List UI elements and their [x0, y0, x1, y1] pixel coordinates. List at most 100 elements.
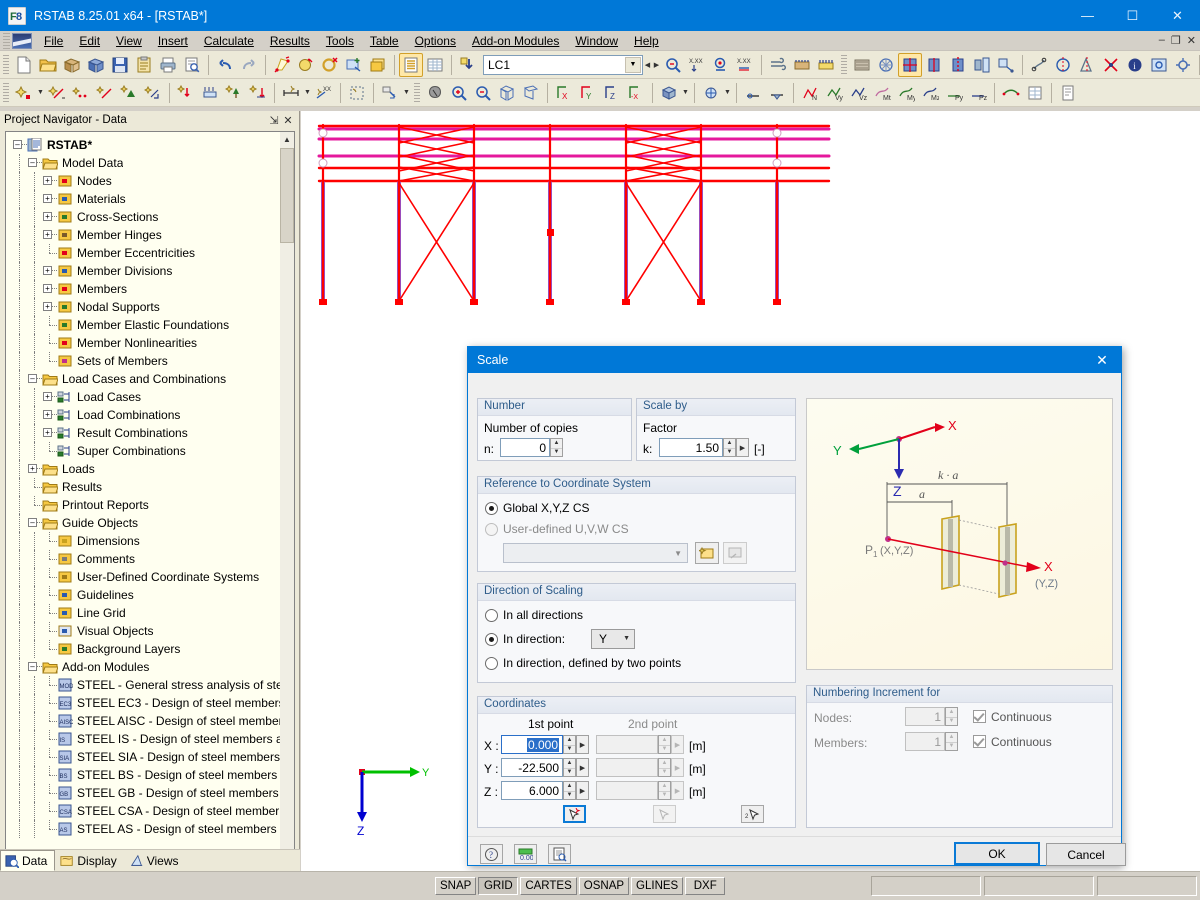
mirror-objects-icon[interactable]: [946, 53, 970, 77]
new-coordinate-system-icon[interactable]: [695, 542, 719, 564]
menu-addon-modules[interactable]: Add-on Modules: [464, 32, 567, 50]
new-member-icon[interactable]: [45, 81, 69, 105]
dialog-close-icon[interactable]: ✕: [1083, 347, 1121, 373]
tree-item-nodal-supports[interactable]: + Nodal Supports: [12, 298, 280, 316]
value-xx-2-icon[interactable]: X.XX: [733, 53, 757, 77]
view-in-y-icon[interactable]: Y: [576, 81, 600, 105]
expand-icon[interactable]: +: [42, 262, 57, 280]
pick-two-points-icon[interactable]: 2: [741, 805, 764, 823]
result-mz-icon[interactable]: Mz: [918, 81, 942, 105]
status-button-glines[interactable]: GLINES: [631, 877, 684, 895]
toolbar-grip-2[interactable]: [841, 54, 847, 75]
result-zoom-icon[interactable]: [661, 53, 685, 77]
mirror-tool-icon[interactable]: [1075, 53, 1099, 77]
print-preview-icon[interactable]: [180, 53, 204, 77]
comment-icon[interactable]: XX: [312, 81, 336, 105]
collapse-icon[interactable]: –: [27, 370, 42, 388]
status-button-osnap[interactable]: OSNAP: [578, 877, 630, 895]
copies-input[interactable]: 0: [500, 438, 550, 457]
scale-factor-extra-button[interactable]: ▶: [736, 438, 749, 457]
tree-item-members[interactable]: + Members: [12, 280, 280, 298]
tab-data[interactable]: Data: [0, 850, 56, 871]
perspective-icon[interactable]: [519, 81, 543, 105]
scale-factor-spinner[interactable]: ▲ ▼: [723, 438, 736, 457]
coordinate-x-p1-extra-button[interactable]: ▶: [576, 735, 589, 754]
menu-results[interactable]: Results: [262, 32, 318, 50]
zoom-extents-icon[interactable]: [495, 81, 519, 105]
hinge-display-icon[interactable]: [741, 81, 765, 105]
show-table-icon[interactable]: [399, 52, 423, 77]
members-continuous-checkbox[interactable]: [973, 735, 986, 748]
expand-icon[interactable]: +: [42, 226, 57, 244]
render-solid-icon[interactable]: [850, 53, 874, 77]
move-objects-icon[interactable]: [898, 52, 922, 77]
menu-insert[interactable]: Insert: [150, 32, 196, 50]
collapse-icon[interactable]: –: [27, 154, 42, 172]
direction-select[interactable]: Y ▼: [591, 629, 635, 649]
scroll-up-icon[interactable]: ▲: [280, 132, 294, 147]
preview-icon[interactable]: [548, 844, 571, 864]
zoom-out-icon[interactable]: [471, 81, 495, 105]
expand-icon[interactable]: +: [42, 190, 57, 208]
load-free-icon[interactable]: [222, 81, 246, 105]
radio-user-defined-cs[interactable]: [485, 523, 498, 536]
options-gear-icon[interactable]: [1171, 53, 1195, 77]
new-window-icon[interactable]: [366, 53, 390, 77]
result-vy-icon[interactable]: Vy: [822, 81, 846, 105]
tree-item-steel-aisc-design-of-steel-member[interactable]: AISC STEEL AISC - Design of steel member: [12, 712, 280, 730]
tree-item-dimensions[interactable]: Dimensions: [12, 532, 280, 550]
save-icon[interactable]: [108, 53, 132, 77]
tree-item-member-divisions[interactable]: + Member Divisions: [12, 262, 280, 280]
tree-item-member-elastic-foundations[interactable]: Member Elastic Foundations: [12, 316, 280, 334]
clipboard-icon[interactable]: [132, 53, 156, 77]
coordinate-y-p1-spinner[interactable]: ▲ ▼: [563, 758, 576, 777]
load-member-icon[interactable]: [198, 81, 222, 105]
tree-item-nodes[interactable]: + Nodes: [12, 172, 280, 190]
coordinate-z-p1-spinner[interactable]: ▲ ▼: [563, 781, 576, 800]
display-settings-icon[interactable]: [699, 81, 723, 105]
wind-load-icon[interactable]: [766, 53, 790, 77]
tree-item-load-cases[interactable]: + Load Cases: [12, 388, 280, 406]
new-object-icon[interactable]: [141, 81, 165, 105]
open-model-icon[interactable]: [60, 53, 84, 77]
printout-report-icon[interactable]: [1056, 81, 1080, 105]
visual-object-icon[interactable]: [378, 81, 402, 105]
navigator-tree[interactable]: – RSTAB* – Model Data + Nodes + Materials + Cross…: [5, 131, 295, 900]
result-pz-icon[interactable]: Pz: [966, 81, 990, 105]
result-table-icon[interactable]: [1023, 81, 1047, 105]
menu-file[interactable]: File: [36, 32, 71, 50]
expand-icon[interactable]: +: [42, 388, 57, 406]
prev-load-case-icon[interactable]: ◀: [643, 54, 652, 76]
edit-coordinate-system-icon[interactable]: [723, 542, 747, 564]
chevron-down-icon[interactable]: ▼: [625, 56, 641, 73]
coordinate-z-p1-extra-button[interactable]: ▶: [576, 781, 589, 800]
support-display-icon[interactable]: [765, 81, 789, 105]
tree-item-visual-objects[interactable]: Visual Objects: [12, 622, 280, 640]
tree-item-comments[interactable]: Comments: [12, 550, 280, 568]
divide-member-icon[interactable]: [1051, 53, 1075, 77]
maximize-button[interactable]: ☐: [1110, 0, 1155, 31]
menu-view[interactable]: View: [108, 32, 150, 50]
pin-icon[interactable]: ⇲: [267, 114, 281, 127]
render-wire-icon[interactable]: [874, 53, 898, 77]
menu-edit[interactable]: Edit: [71, 32, 108, 50]
minimize-button[interactable]: —: [1065, 0, 1110, 31]
expand-icon[interactable]: +: [27, 460, 42, 478]
render-model-icon[interactable]: [657, 81, 681, 105]
tab-display[interactable]: Display: [55, 850, 124, 871]
view-in-negative-x-icon[interactable]: -X: [624, 81, 648, 105]
tree-item-steel-sia-design-of-steel-members[interactable]: SIA STEEL SIA - Design of steel members: [12, 748, 280, 766]
tree-vertical-scrollbar[interactable]: ▲ ▼: [280, 132, 294, 900]
menu-table[interactable]: Table: [362, 32, 407, 50]
tree-item-background-layers[interactable]: Background Layers: [12, 640, 280, 658]
tree-item-steel-ec3-design-of-steel-members[interactable]: EC3 STEEL EC3 - Design of steel members: [12, 694, 280, 712]
value-xx-icon[interactable]: X.XX: [685, 53, 709, 77]
tree-item-load-cases-and-combinations[interactable]: – Load Cases and Combinations: [12, 370, 280, 388]
tree-item-steel-as-design-of-steel-members[interactable]: AS STEEL AS - Design of steel members: [12, 820, 280, 838]
tree-item-super-combinations[interactable]: Super Combinations: [12, 442, 280, 460]
result-view-icon[interactable]: [709, 53, 733, 77]
tree-item-add-on-modules[interactable]: – Add-on Modules: [12, 658, 280, 676]
tree-item-results[interactable]: Results: [12, 478, 280, 496]
radio-global-cs[interactable]: [485, 502, 498, 515]
expand-icon[interactable]: +: [42, 280, 57, 298]
